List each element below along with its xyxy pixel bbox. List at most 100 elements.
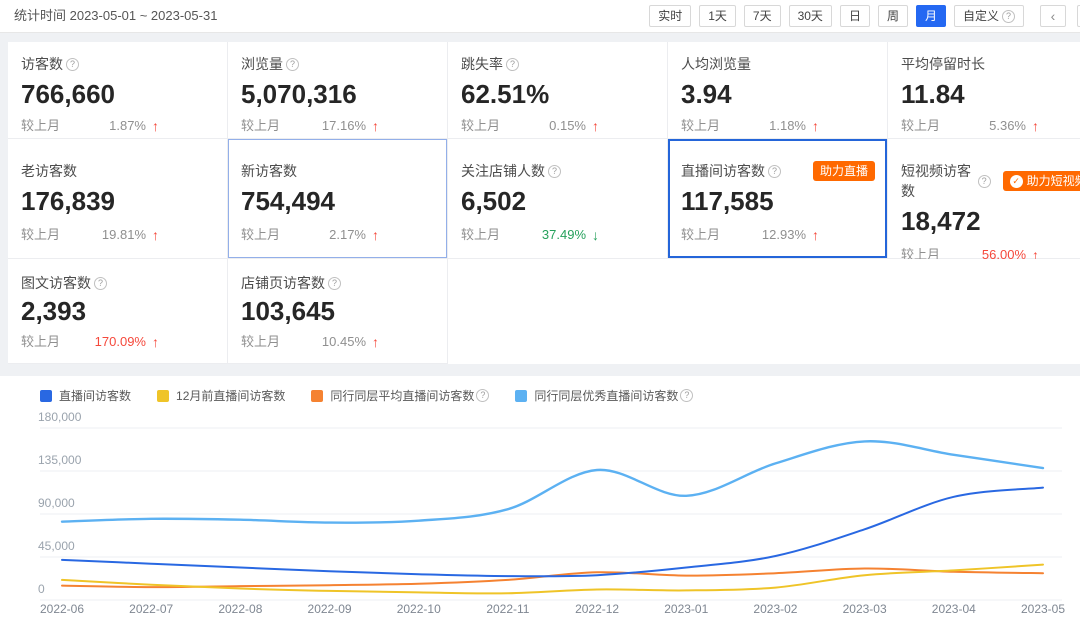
compare-label: 较上月	[241, 226, 280, 244]
metric-compare-row: 较上月1.87%↑	[21, 117, 227, 135]
range-button-label: 30天	[798, 6, 823, 26]
metric-value: 3.94	[681, 78, 887, 110]
x-axis-tick-label: 2023-01	[664, 602, 708, 616]
range-button-realtime[interactable]: 实时	[649, 5, 691, 27]
x-axis-tick-label: 2022-08	[218, 602, 262, 616]
metric-card-old-visitors[interactable]: 老访客数176,839较上月19.81%↑	[8, 139, 228, 259]
range-button-month[interactable]: 月	[916, 5, 946, 27]
metric-card-visitors[interactable]: 访客数? 766,660 较上月1.87%↑	[8, 42, 228, 139]
metric-help-icon[interactable]: ?	[286, 58, 299, 71]
arrow-up-icon: ↑	[152, 333, 159, 351]
metric-card-shop-followers[interactable]: 关注店铺人数?6,502较上月37.49%↓	[448, 139, 668, 259]
legend-item-live-room[interactable]: 直播间访客数	[40, 387, 131, 404]
top-toolbar: 统计时间 2023-05-01 ~ 2023-05-31 实时1天7天30天日周…	[0, 0, 1080, 33]
range-button-day[interactable]: 日	[840, 5, 870, 27]
metric-help-icon[interactable]: ?	[978, 175, 991, 188]
metric-help-icon[interactable]: ?	[506, 58, 519, 71]
metrics-grid: 访客数?766,660较上月1.87%↑浏览量?5,070,316较上月17.1…	[8, 42, 1080, 364]
compare-change: 2.17%↑	[329, 226, 379, 244]
range-buttons: 实时 1天 7天 30天日周月自定义? ‹	[649, 5, 1066, 27]
legend-item-peer-avg[interactable]: 同行同层平均直播间访客数?	[311, 387, 489, 404]
range-button-custom[interactable]: 自定义?	[954, 5, 1024, 27]
metric-help-icon[interactable]: ?	[328, 277, 341, 290]
compare-label: 较上月	[461, 226, 500, 244]
x-axis-tick-label: 2023-05	[1021, 602, 1065, 616]
metric-card-shop-page-visitors[interactable]: 店铺页访客数?103,645较上月10.45%↑	[228, 259, 448, 364]
x-axis-tick-label: 2023-03	[843, 602, 887, 616]
metric-value: 62.51%	[461, 78, 667, 110]
arrow-up-icon: ↑	[812, 117, 819, 135]
compare-percent: 12.93%	[762, 226, 806, 244]
y-axis-tick-label: 90,000	[38, 496, 75, 510]
promo-badge-live-room-visitors[interactable]: 助力直播	[813, 161, 875, 181]
metric-label-row: 新访客数	[241, 161, 447, 181]
metric-label: 老访客数	[21, 161, 77, 181]
metric-compare-row: 较上月 5.36%↑	[901, 117, 1080, 135]
legend-help-icon[interactable]: ?	[680, 389, 693, 402]
empty-cell	[448, 259, 668, 364]
x-axis-tick-label: 2022-11	[486, 602, 529, 616]
compare-change: 170.09%↑	[95, 333, 159, 351]
metric-label-row: 老访客数	[21, 161, 227, 181]
legend-label: 直播间访客数	[59, 387, 131, 404]
compare-percent: 1.87%	[109, 117, 146, 135]
metric-label: 访客数	[21, 54, 63, 74]
series-line-peer-avg	[62, 568, 1043, 587]
metric-help-icon[interactable]: ?	[66, 58, 79, 71]
range-button-1day[interactable]: 1天	[699, 5, 736, 27]
arrow-up-icon: ↑	[592, 117, 599, 135]
y-axis-tick-label: 135,000	[38, 453, 82, 467]
metric-card-short-video-visitors[interactable]: 短视频访客数?✓助力短视频›18,472较上月56.00%↑	[888, 139, 1080, 259]
range-button-label: 1天	[708, 6, 727, 26]
metric-card-new-visitors[interactable]: 新访客数 754,494 较上月 2.17%↑	[228, 139, 448, 259]
metric-label: 店铺页访客数	[241, 273, 325, 293]
metric-label: 浏览量	[241, 54, 283, 74]
metric-value: 18,472	[901, 205, 1080, 237]
compare-percent: 17.16%	[322, 117, 366, 135]
range-button-7day[interactable]: 7天	[744, 5, 781, 27]
range-button-30day[interactable]: 30天	[789, 5, 832, 27]
metric-card-avg-stay-duration[interactable]: 平均停留时长11.84较上月5.36%↑	[888, 42, 1080, 139]
x-axis-tick-label: 2023-02	[753, 602, 797, 616]
metric-card-bounce-rate[interactable]: 跳失率?62.51%较上月0.15%↑	[448, 42, 668, 139]
x-axis-tick-label: 2022-10	[397, 602, 441, 616]
promo-badge-label: 助力直播	[820, 162, 868, 181]
prev-range-button[interactable]: ‹	[1040, 5, 1066, 27]
metric-label-row: 店铺页访客数?	[241, 273, 447, 293]
arrow-up-icon: ↑	[372, 117, 379, 135]
compare-change: 12.93%↑	[762, 226, 819, 244]
compare-label: 较上月	[681, 117, 720, 135]
metric-help-icon[interactable]: ?	[768, 165, 781, 178]
metric-card-pageviews[interactable]: 浏览量?5,070,316较上月17.16%↑	[228, 42, 448, 139]
metrics-panel: 访客数?766,660较上月1.87%↑浏览量?5,070,316较上月17.1…	[8, 42, 1080, 364]
legend-label: 12月前直播间访客数	[176, 387, 285, 404]
compare-change: 5.36%↑	[989, 117, 1039, 135]
range-help-icon[interactable]: ?	[1002, 10, 1015, 23]
metric-help-icon[interactable]: ?	[548, 165, 561, 178]
y-axis-tick-label: 45,000	[38, 539, 75, 553]
metric-value: 766,660	[21, 78, 227, 110]
compare-percent: 2.17%	[329, 226, 366, 244]
compare-change: 10.45%↑	[322, 333, 379, 351]
metric-label-row: 浏览量?	[241, 54, 447, 74]
metric-value: 754,494	[241, 185, 447, 217]
legend-item-peer-excellent[interactable]: 同行同层优秀直播间访客数?	[515, 387, 693, 404]
range-button-week[interactable]: 周	[878, 5, 908, 27]
empty-cell	[888, 259, 1080, 364]
metric-value: 6,502	[461, 185, 667, 217]
compare-label: 较上月	[901, 117, 940, 135]
compare-percent: 0.15%	[549, 117, 586, 135]
compare-change: 37.49%↓	[542, 226, 599, 244]
metric-card-live-room-visitors[interactable]: 直播间访客数?助力直播117,585较上月12.93%↑	[668, 139, 888, 259]
compare-label: 较上月	[681, 226, 720, 244]
legend-help-icon[interactable]: ?	[476, 389, 489, 402]
series-line-live-room	[62, 488, 1043, 577]
chart-legend: 直播间访客数 12月前直播间访客数 同行同层平均直播间访客数? 同行同层优秀直播间访客…	[40, 387, 693, 404]
metric-card-avg-pageviews[interactable]: 人均浏览量3.94较上月1.18%↑	[668, 42, 888, 139]
metric-help-icon[interactable]: ?	[94, 277, 107, 290]
metric-value: 117,585	[681, 185, 887, 217]
metric-card-image-text-visitors[interactable]: 图文访客数?2,393较上月170.09%↑	[8, 259, 228, 364]
metric-value: 11.84	[901, 78, 1080, 110]
promo-badge-short-video-visitors[interactable]: ✓助力短视频	[1003, 171, 1080, 191]
legend-item-live-room-12m-ago[interactable]: 12月前直播间访客数	[157, 387, 285, 404]
